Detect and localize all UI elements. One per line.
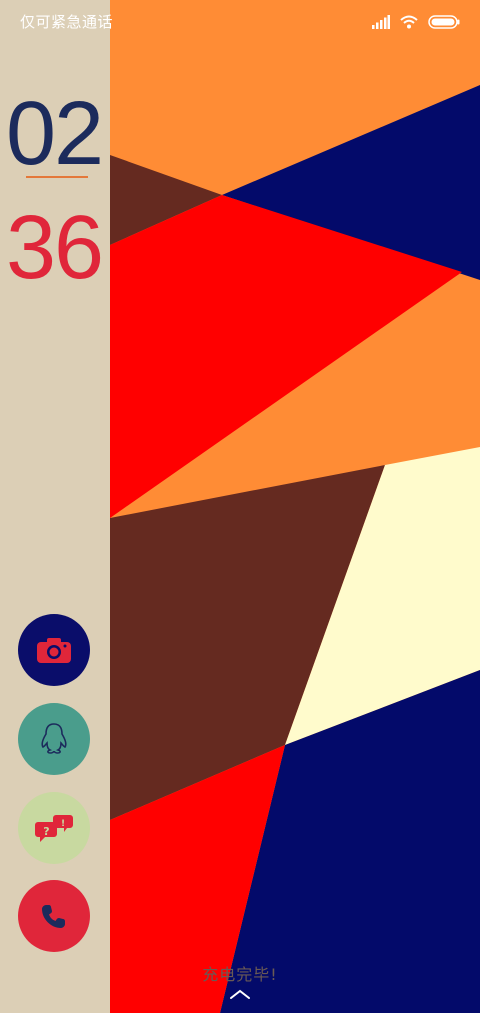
chat-bubbles-icon: ! ? — [35, 815, 73, 842]
feedback-shortcut-button[interactable]: ! ? — [18, 792, 90, 864]
phone-shortcut-button[interactable] — [18, 880, 90, 952]
signal-icon — [372, 15, 390, 29]
clock-hours: 02 — [6, 84, 104, 184]
phone-icon — [42, 905, 65, 928]
camera-shortcut-button[interactable] — [18, 614, 90, 686]
clock-divider — [26, 176, 88, 178]
wifi-icon — [400, 15, 418, 29]
svg-text:?: ? — [43, 825, 49, 838]
qq-shortcut-button[interactable] — [18, 703, 90, 775]
swipe-up-chevron-icon[interactable] — [229, 988, 251, 1000]
battery-icon — [428, 15, 460, 29]
camera-icon — [37, 638, 71, 663]
status-icons — [372, 12, 460, 32]
qq-penguin-icon — [41, 723, 67, 754]
status-bar: 仅可紧急通话 — [0, 0, 480, 44]
clock-minutes: 36 — [6, 198, 104, 298]
svg-text:!: ! — [61, 819, 65, 829]
charging-status-text: 充电完毕! — [202, 965, 278, 984]
carrier-status-text: 仅可紧急通话 — [20, 13, 114, 31]
